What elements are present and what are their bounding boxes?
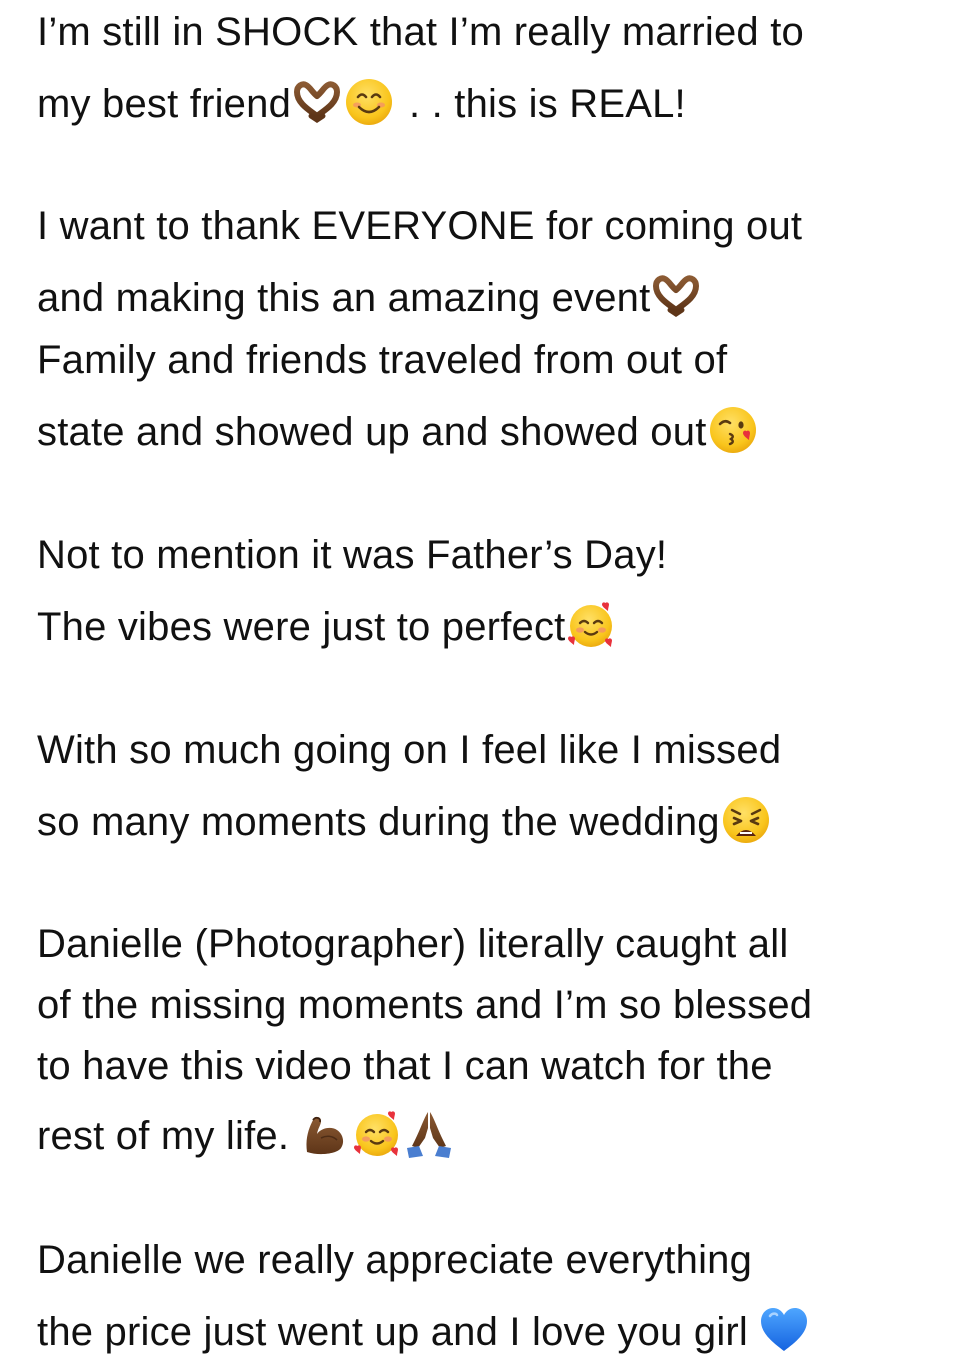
post-line: of the missing moments and I’m so blesse… bbox=[37, 981, 812, 1029]
smiling-face-icon bbox=[343, 76, 395, 128]
post-text: my best friend bbox=[37, 82, 292, 126]
post-line: Danielle we really appreciate everything bbox=[37, 1236, 752, 1284]
post-text: I’m still in SHOCK that I’m really marri… bbox=[37, 10, 804, 54]
post-text: to have this video that I can watch for … bbox=[37, 1044, 773, 1088]
smiling-face-with-hearts-icon bbox=[351, 1108, 403, 1160]
face-blowing-kiss-icon bbox=[707, 404, 759, 456]
post-line: Not to mention it was Father’s Day! bbox=[37, 531, 667, 579]
smiling-face-with-hearts-icon bbox=[565, 599, 617, 651]
post-text: Danielle (Photographer) literally caught… bbox=[37, 922, 789, 966]
heart-hands-icon bbox=[291, 76, 343, 128]
folded-hands-icon bbox=[403, 1108, 455, 1160]
post-text: With so much going on I feel like I miss… bbox=[37, 728, 782, 772]
post-line: the price just went up and I love you gi… bbox=[37, 1308, 810, 1356]
post-text: . . this is REAL! bbox=[409, 82, 686, 126]
weary-face-icon bbox=[720, 794, 772, 846]
post-line: Danielle (Photographer) literally caught… bbox=[37, 920, 788, 968]
heart-hands-icon bbox=[650, 270, 702, 322]
post-text: Danielle we really appreciate everything bbox=[37, 1238, 753, 1282]
post-text: rest of my life. bbox=[37, 1114, 290, 1158]
post-line: With so much going on I feel like I miss… bbox=[37, 726, 781, 774]
post-line: I’m still in SHOCK that I’m really marri… bbox=[37, 8, 804, 56]
post-text: so many moments during the wedding bbox=[37, 800, 720, 844]
post-text: the price just went up and I love you gi… bbox=[37, 1310, 749, 1354]
post-line: Family and friends traveled from out of bbox=[37, 336, 727, 384]
post-line: my best friend . . this is REAL! bbox=[37, 80, 686, 128]
post-line: so many moments during the wedding bbox=[37, 798, 772, 846]
post-text: The vibes were just to perfect bbox=[37, 605, 566, 649]
post-text: Family and friends traveled from out of bbox=[37, 338, 728, 382]
post-line: rest of my life. bbox=[37, 1112, 455, 1160]
post-line: I want to thank EVERYONE for coming out bbox=[37, 202, 802, 250]
post-line: The vibes were just to perfect bbox=[37, 603, 617, 651]
post-text: of the missing moments and I’m so blesse… bbox=[37, 983, 813, 1027]
post-line: to have this video that I can watch for … bbox=[37, 1042, 773, 1090]
post-text: Not to mention it was Father’s Day! bbox=[37, 533, 668, 577]
post-line: state and showed up and showed out bbox=[37, 408, 759, 456]
flexed-biceps-icon bbox=[299, 1108, 351, 1160]
post-line: and making this an amazing event bbox=[37, 274, 702, 322]
blue-heart-icon bbox=[758, 1304, 810, 1356]
post-text: state and showed up and showed out bbox=[37, 410, 707, 454]
post-text: and making this an amazing event bbox=[37, 276, 651, 320]
post-text: I want to thank EVERYONE for coming out bbox=[37, 204, 803, 248]
